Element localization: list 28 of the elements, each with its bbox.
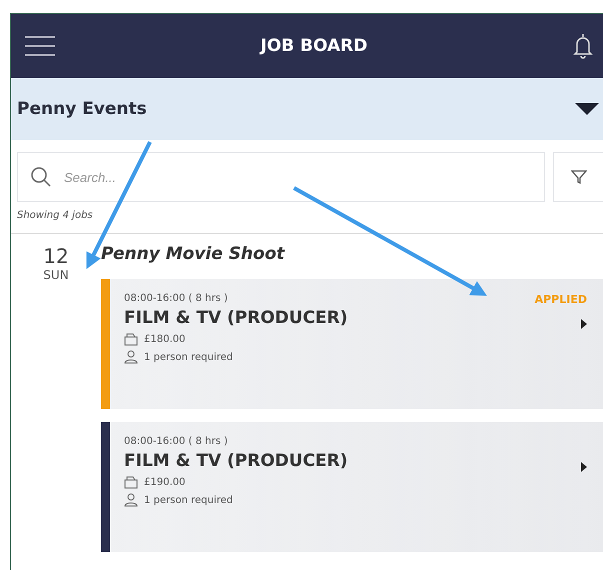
job-time: 08:00-16:00 ( 8 hrs ) [124, 436, 229, 447]
event-title: Penny Movie Shoot [101, 244, 286, 264]
day-number: 12 [43, 244, 69, 268]
search-box[interactable]: Search... [17, 152, 545, 202]
person-icon [124, 493, 138, 507]
filter-icon [570, 169, 586, 185]
weekday: SUN [43, 268, 69, 282]
job-title: FILM & TV (PRODUCER) [124, 451, 349, 471]
search-field[interactable]: Search... [62, 168, 532, 186]
chevron-right-icon [581, 319, 587, 329]
page-title: JOB BOARD [260, 36, 368, 56]
people-required: 1 person required [144, 494, 233, 506]
job-time: 08:00-16:00 ( 8 hrs ) [124, 293, 229, 304]
company-name: Penny Events [17, 99, 147, 119]
bell-icon[interactable] [573, 32, 593, 60]
menu-icon[interactable] [25, 34, 55, 58]
job-card[interactable]: 08:00-16:00 ( 8 hrs ) FILM & TV (PRODUCER) £180.00 1 person required APPLIED [101, 279, 603, 409]
job-card[interactable]: 08:00-16:00 ( 8 hrs ) FILM & TV (PRODUCER) £190.00 1 person required [101, 422, 603, 552]
person-icon [124, 350, 138, 364]
job-pay: £180.00 [144, 334, 186, 344]
chevron-right-icon [581, 462, 587, 472]
job-title: FILM & TV (PRODUCER) [124, 308, 349, 328]
job-count: Showing 4 jobs [16, 209, 94, 223]
applied-status: APPLIED [534, 293, 587, 307]
job-pay: £190.00 [144, 476, 186, 488]
search-icon [30, 166, 52, 188]
dropdown-caret-icon[interactable] [575, 103, 599, 115]
people-required: 1 person required [144, 352, 233, 362]
